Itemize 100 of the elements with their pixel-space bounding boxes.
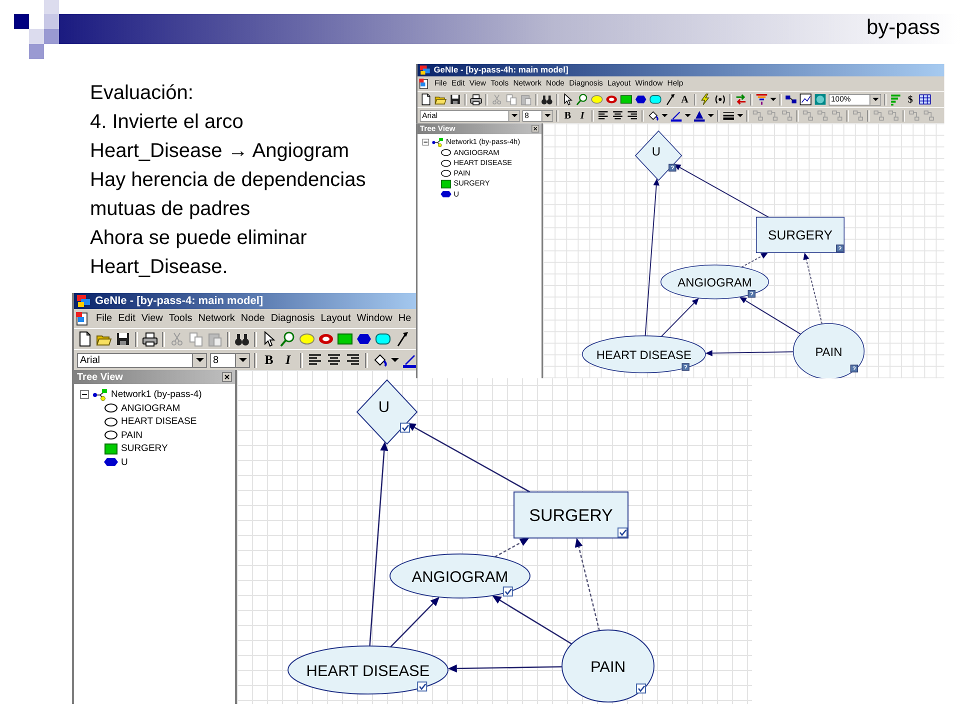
align-left-icon[interactable] [596, 109, 610, 122]
printer-icon[interactable] [470, 93, 482, 106]
menu-item[interactable]: Edit [118, 313, 136, 324]
tree-item[interactable]: HEART DISEASE [121, 416, 197, 428]
tree-item[interactable]: SURGERY [121, 443, 168, 454]
size-field[interactable]: 8 [210, 352, 250, 368]
text-line: Evaluación: [90, 81, 194, 106]
binoculars-icon[interactable] [540, 93, 554, 106]
window-title: GeNIe - [by-pass-4h: main model] [434, 66, 568, 75]
close-icon[interactable] [532, 124, 540, 133]
utility-node[interactable]: U [634, 130, 682, 181]
text-line: Hay herencia de dependencias [90, 168, 366, 193]
chance-node[interactable]: HEART DISEASE [582, 335, 706, 374]
ellipse-icon [440, 158, 452, 168]
pen-icon[interactable] [402, 352, 418, 368]
menu-item[interactable]: Node [240, 313, 265, 324]
menu-item[interactable]: View [141, 313, 163, 324]
tree-item[interactable]: ANGIOGRAM [121, 402, 180, 414]
magnifier-icon[interactable] [576, 93, 588, 106]
magnifier-icon[interactable] [280, 331, 296, 347]
swap-arrows-icon[interactable] [734, 93, 748, 106]
network-icon [92, 388, 108, 401]
panel-title: Tree View [77, 372, 123, 382]
hexagon-icon[interactable] [634, 93, 647, 106]
close-icon[interactable] [222, 372, 232, 382]
clipboard-icon[interactable] [520, 93, 532, 106]
ellipse-icon [440, 168, 452, 178]
menu-item[interactable]: Layout [320, 313, 351, 324]
text-line: mutuas de padres [90, 197, 252, 222]
rounded-rectangle-icon[interactable] [375, 331, 391, 347]
font-field[interactable]: Arial [77, 352, 207, 368]
document-icon[interactable] [420, 93, 432, 106]
tree-item[interactable]: PAIN [121, 430, 142, 441]
clipboard-icon[interactable] [207, 331, 223, 347]
rounded-rectangle-icon[interactable] [649, 93, 662, 106]
menu-item[interactable]: File [96, 313, 112, 324]
pen-icon[interactable] [670, 109, 682, 122]
arrow-icon[interactable] [664, 93, 676, 106]
bold-button[interactable]: B [562, 109, 574, 122]
menu-item[interactable]: Diagnosis [270, 313, 315, 324]
decision-node[interactable]: SURGERY [514, 492, 628, 538]
chance-node[interactable]: ANGIOGRAM [660, 264, 770, 300]
chart-window-icon[interactable] [799, 93, 812, 106]
line-weight-icon[interactable] [722, 109, 735, 122]
bold-button[interactable]: B [261, 352, 277, 368]
menu-item[interactable]: Network [198, 313, 235, 324]
align-right-icon[interactable] [345, 352, 361, 368]
table-icon[interactable] [918, 93, 932, 106]
align-center-icon[interactable] [612, 109, 624, 122]
text-line: Heart_Disease → Angiogram [90, 139, 350, 164]
brackets-icon[interactable] [714, 93, 726, 106]
ellipse-icon [104, 416, 118, 428]
hexagon-icon [104, 456, 118, 468]
text-line: Ahora se puede eliminar [90, 226, 308, 251]
utility-node[interactable]: U [356, 379, 418, 445]
text-tool-button[interactable]: A [678, 93, 691, 106]
slide-title: by-pass [866, 16, 940, 40]
window-title: GeNIe - [by-pass-4: main model] [95, 295, 264, 307]
chance-node[interactable]: PAIN [562, 630, 654, 702]
collapse-icon[interactable] [422, 138, 430, 146]
decision-node[interactable]: SURGERY [756, 216, 844, 254]
ellipse-icon[interactable] [299, 331, 315, 347]
network-icon [431, 138, 444, 147]
tree-item[interactable]: U [121, 456, 128, 468]
align-left-icon[interactable] [307, 352, 323, 368]
chance-node[interactable]: ANGIOGRAM [390, 554, 530, 598]
cost-button[interactable]: $ [904, 93, 916, 106]
hexagon-icon[interactable] [356, 331, 372, 347]
ellipse-icon [104, 429, 118, 442]
font-color-icon[interactable] [693, 109, 706, 122]
ellipse-icon [440, 148, 452, 158]
align-right-icon[interactable] [626, 109, 639, 122]
menu-item[interactable]: Window [356, 313, 392, 324]
ring-icon[interactable] [318, 331, 334, 347]
funnel-icon[interactable] [756, 93, 768, 106]
collapse-icon[interactable] [80, 390, 89, 400]
paint-bucket-icon[interactable] [372, 352, 388, 368]
tree-item[interactable]: Network1 (by-pass-4) [111, 389, 202, 400]
align-center-icon[interactable] [326, 352, 342, 368]
italic-button[interactable]: I [280, 352, 296, 368]
paint-bucket-icon[interactable] [647, 109, 660, 122]
copy-icon[interactable] [188, 331, 204, 347]
binoculars-icon[interactable] [234, 331, 250, 347]
node-layout-icon[interactable] [784, 93, 798, 106]
chance-node[interactable]: PAIN [792, 323, 865, 378]
chance-node[interactable]: HEART DISEASE [288, 646, 448, 694]
lightning-icon[interactable] [699, 93, 712, 106]
pointer-icon[interactable] [562, 93, 574, 106]
text-line: 4. Invierte el arco [90, 110, 244, 135]
menu-item[interactable]: He [398, 313, 412, 324]
italic-button[interactable]: I [576, 109, 588, 122]
document-icon[interactable] [77, 331, 93, 347]
rectangle-icon[interactable] [337, 331, 353, 347]
document-icon[interactable] [76, 312, 90, 326]
menu-item[interactable]: Tools [168, 313, 192, 324]
document-icon[interactable] [419, 78, 430, 90]
ring-icon[interactable] [605, 93, 618, 106]
printer-icon[interactable] [142, 331, 158, 347]
rectangle-icon[interactable] [620, 93, 632, 106]
copy-icon[interactable] [505, 93, 518, 106]
